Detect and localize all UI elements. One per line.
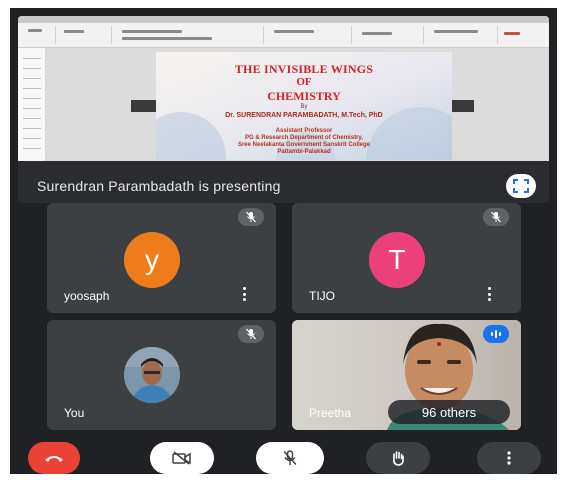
avatar: T xyxy=(369,232,425,288)
slide-title-line2: OF xyxy=(296,76,312,88)
more-options-icon[interactable] xyxy=(242,287,246,301)
person-photo xyxy=(124,347,180,403)
mic-off-icon xyxy=(246,328,256,340)
avatar: y xyxy=(124,232,180,288)
participant-name: Preetha xyxy=(309,406,352,420)
mic-toggle-button[interactable] xyxy=(256,442,324,474)
slide-thumbnails xyxy=(18,48,46,161)
mic-off-badge xyxy=(483,208,509,226)
slide-college: Sree Neelakanta Government Sanskrit Coll… xyxy=(237,142,371,148)
participant-name: yoosaph xyxy=(64,289,110,303)
more-options-button[interactable] xyxy=(477,442,541,474)
slide-department: PG & Research Department of Chemistry, xyxy=(245,135,363,141)
end-call-button[interactable] xyxy=(28,442,80,474)
meet-window: THE INVISIBLE WINGS OF CHEMISTRY By Dr. … xyxy=(10,8,557,474)
participant-name: You xyxy=(64,406,85,420)
fullscreen-button[interactable] xyxy=(506,174,536,198)
letterbox-left xyxy=(131,100,157,112)
mic-off-badge xyxy=(238,208,264,226)
participant-tile-yoosaph[interactable]: y yoosaph xyxy=(47,203,276,313)
more-vert-icon xyxy=(507,451,511,465)
fullscreen-icon xyxy=(513,179,529,193)
camera-toggle-button[interactable] xyxy=(150,442,214,474)
hang-up-icon xyxy=(45,456,63,462)
mic-off-icon xyxy=(246,211,256,223)
participant-tile-tijo[interactable]: T TIJO xyxy=(292,203,521,313)
presenting-label: Surendran Parambadath is presenting xyxy=(37,178,281,194)
ribbon-tabs xyxy=(18,16,549,23)
slide-title-line1: THE INVISIBLE WINGS xyxy=(234,62,374,76)
ppt-ribbon xyxy=(18,16,549,48)
avatar-photo xyxy=(124,347,180,403)
mic-off-icon xyxy=(283,450,297,465)
presentation-view[interactable]: THE INVISIBLE WINGS OF CHEMISTRY By Dr. … xyxy=(18,16,549,203)
mic-off-badge xyxy=(238,325,264,343)
participant-tile-you[interactable]: You xyxy=(47,320,276,430)
slide-place: Pattambi-Palakkad xyxy=(277,149,331,155)
others-count-badge[interactable]: 96 others xyxy=(388,400,510,424)
participant-tile-preetha[interactable]: Preetha 96 others xyxy=(292,320,521,430)
slide-designation: Assistant Professor xyxy=(275,128,333,134)
slide-author: Dr. SURENDRAN PARAMBADATH, M.Tech, PhD xyxy=(225,112,383,119)
raise-hand-button[interactable] xyxy=(366,442,430,474)
slide-title-line3: CHEMISTRY xyxy=(267,89,341,103)
shared-screen: THE INVISIBLE WINGS OF CHEMISTRY By Dr. … xyxy=(18,16,549,161)
slide-by: By xyxy=(300,104,308,110)
slide: THE INVISIBLE WINGS OF CHEMISTRY By Dr. … xyxy=(156,52,452,160)
more-options-icon[interactable] xyxy=(487,287,491,301)
hand-icon xyxy=(393,451,404,466)
mic-off-icon xyxy=(491,211,501,223)
participant-name: TIJO xyxy=(309,289,335,303)
speaking-indicator xyxy=(483,325,509,343)
camera-off-icon xyxy=(172,451,191,465)
letterbox-right xyxy=(450,100,474,112)
